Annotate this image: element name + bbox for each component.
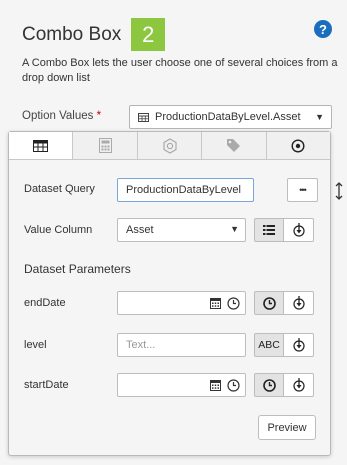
param-startdate-input[interactable] xyxy=(117,373,246,397)
abc-icon: ABC xyxy=(258,339,280,351)
option-values-select[interactable]: ProductionDataByLevel.Asset ▼ xyxy=(129,105,332,129)
binding-icon xyxy=(292,296,305,310)
dataset-query-label: Dataset Query xyxy=(24,183,95,195)
table-icon xyxy=(138,112,149,122)
param-level-label: level xyxy=(24,339,47,351)
value-column-text: Asset xyxy=(126,224,154,236)
option-values-text: ProductionDataByLevel.Asset xyxy=(155,111,301,123)
title-text: Combo Box xyxy=(22,23,122,45)
gear-settings-icon xyxy=(162,137,177,154)
required-mark: * xyxy=(96,110,102,122)
param-level-input[interactable]: Text... xyxy=(117,333,246,357)
calculator-icon xyxy=(98,138,112,153)
bind-mode-button[interactable] xyxy=(284,291,314,315)
binding-icon xyxy=(292,223,305,237)
time-mode-button[interactable] xyxy=(254,291,284,315)
binding-icon xyxy=(292,378,305,392)
help-icon[interactable]: ? xyxy=(314,20,332,38)
param-level-placeholder: Text... xyxy=(126,339,156,351)
dataset-parameters-heading: Dataset Parameters xyxy=(24,262,131,276)
list-icon xyxy=(263,225,275,235)
tag-icon xyxy=(227,139,241,152)
param-enddate-input[interactable] xyxy=(117,291,246,315)
clock-icon[interactable] xyxy=(227,379,240,392)
calendar-icon[interactable] xyxy=(210,380,221,391)
text-mode-button[interactable]: ABC xyxy=(254,333,284,357)
param-enddate-mode-toggle xyxy=(254,291,314,315)
panel-title: Combo Box 2 xyxy=(22,18,166,51)
tab-settings[interactable] xyxy=(137,132,203,159)
bind-mode-button[interactable] xyxy=(284,333,314,357)
value-column-mode-toggle xyxy=(254,218,314,242)
more-icon: ••• xyxy=(299,185,307,195)
list-mode-button[interactable] xyxy=(254,218,284,242)
value-column-select[interactable]: Asset ▼ xyxy=(117,218,246,242)
tab-calculator[interactable] xyxy=(73,132,138,159)
option-values-label-text: Option Values xyxy=(22,110,94,122)
description: A Combo Box lets the user choose one of … xyxy=(22,57,338,84)
dataset-query-input[interactable]: ProductionDataByLevel xyxy=(117,178,254,202)
tab-table[interactable] xyxy=(9,132,74,159)
caret-down-icon: ▼ xyxy=(315,112,324,122)
param-startdate-label: startDate xyxy=(24,379,69,391)
option-values-label: Option Values * xyxy=(22,110,101,122)
dataset-query-text: ProductionDataByLevel xyxy=(126,184,241,196)
clock-icon xyxy=(262,296,276,310)
target-icon xyxy=(291,138,305,153)
step-badge: 2 xyxy=(131,18,166,51)
binding-icon xyxy=(292,338,305,352)
tab-target[interactable] xyxy=(266,132,331,159)
table-icon xyxy=(33,139,49,152)
tab-tag[interactable] xyxy=(202,132,267,159)
preview-button[interactable]: Preview xyxy=(258,415,316,440)
param-startdate-mode-toggle xyxy=(254,373,314,397)
param-level-mode-toggle: ABC xyxy=(254,333,314,357)
clock-icon xyxy=(262,378,276,392)
clock-icon[interactable] xyxy=(227,297,240,310)
value-column-label: Value Column xyxy=(24,224,93,236)
option-values-popup: Dataset Query ProductionDataByLevel ••• … xyxy=(8,131,331,456)
source-tabs xyxy=(9,132,331,160)
bind-mode-button[interactable] xyxy=(284,218,314,242)
param-enddate-label: endDate xyxy=(24,297,66,309)
resize-handle-icon[interactable] xyxy=(333,182,345,200)
time-mode-button[interactable] xyxy=(254,373,284,397)
calendar-icon[interactable] xyxy=(210,298,221,309)
caret-down-icon: ▼ xyxy=(230,224,239,234)
dataset-query-more-button[interactable]: ••• xyxy=(287,178,318,202)
bind-mode-button[interactable] xyxy=(284,373,314,397)
